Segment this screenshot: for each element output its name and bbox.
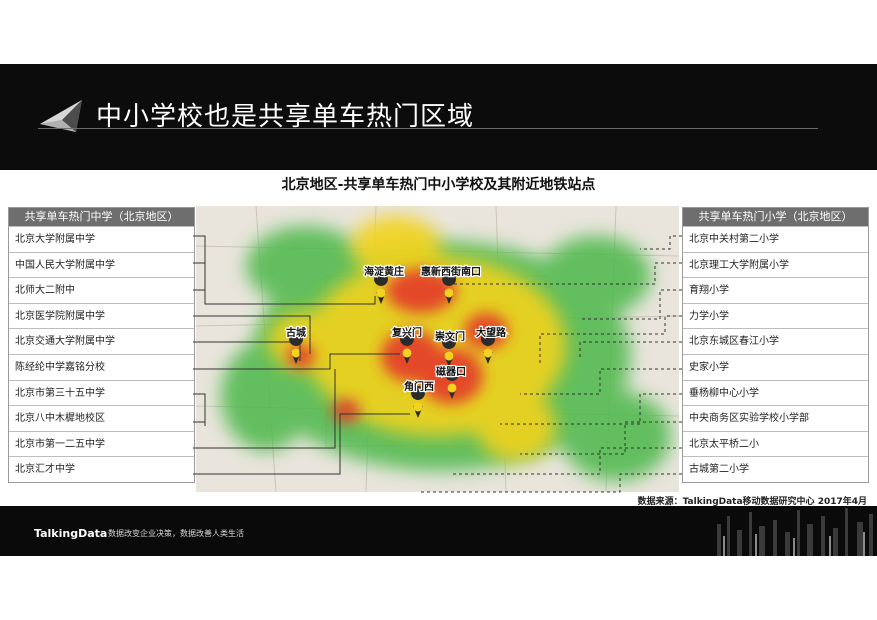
- list-item: 北京八中木樨地校区: [9, 405, 194, 431]
- station-label: 古城: [286, 326, 306, 339]
- list-item: 北京市第三十五中学: [9, 379, 194, 406]
- brand-logo: TalkingData: [34, 527, 108, 540]
- station-label: 复兴门: [391, 326, 422, 339]
- list-item: 中国人民大学附属中学: [9, 251, 194, 278]
- heat-map: 海淀黄庄 惠新西街南口 古城 复兴门 崇文门 大望路 磁器口 角门西: [196, 206, 679, 492]
- header-bar: 中小学校也是共享单车热门区域: [0, 64, 877, 170]
- list-item: 北京大学附属中学: [9, 226, 194, 252]
- list-item: 育翔小学: [683, 277, 868, 303]
- list-item: 北京东城区春江小学: [683, 328, 868, 354]
- station-label: 大望路: [476, 326, 507, 339]
- list-item: 中央商务区实验学校小学部: [683, 405, 868, 431]
- list-item: 北京太平桥二小: [683, 430, 868, 457]
- list-item: 北京理工大学附属小学: [683, 251, 868, 278]
- list-item: 北京市第一二五中学: [9, 430, 194, 457]
- heat-map-canvas: 海淀黄庄 惠新西街南口 古城 复兴门 崇文门 大望路 磁器口 角门西: [196, 206, 679, 492]
- slide: 中小学校也是共享单车热门区域 北京地区-共享单车热门中小学校及其附近地铁站点 共…: [0, 64, 877, 556]
- list-item: 古城第二小学: [683, 456, 868, 482]
- list-item: 北京交通大学附属中学: [9, 328, 194, 354]
- footer-bar: TalkingData 数据改变企业决策，数据改善人类生活: [0, 506, 877, 556]
- list-item: 北京医学院附属中学: [9, 302, 194, 329]
- chart-subtitle: 北京地区-共享单车热门中小学校及其附近地铁站点: [281, 177, 596, 193]
- middle-school-list: 共享单车热门中学（北京地区） 北京大学附属中学 中国人民大学附属中学 北师大二附…: [8, 207, 195, 483]
- brand-slogan: 数据改变企业决策，数据改善人类生活: [108, 529, 244, 538]
- station-label: 惠新西街南口: [421, 265, 481, 278]
- station-label: 崇文门: [435, 330, 465, 343]
- list-item: 力学小学: [683, 302, 868, 329]
- title-divider: [38, 128, 818, 129]
- primary-school-list: 共享单车热门小学（北京地区） 北京中关村第二小学 北京理工大学附属小学 育翔小学…: [682, 207, 869, 483]
- primary-school-list-heading: 共享单车热门小学（北京地区）: [683, 208, 868, 226]
- list-item: 陈经纶中学嘉铭分校: [9, 353, 194, 380]
- list-item: 北师大二附中: [9, 277, 194, 303]
- list-item: 北京中关村第二小学: [683, 226, 868, 252]
- skyline-decoration-icon: [717, 508, 873, 556]
- middle-school-list-heading: 共享单车热门中学（北京地区）: [9, 208, 194, 226]
- list-item: 史家小学: [683, 353, 868, 380]
- station-label: 海淀黄庄: [364, 265, 404, 278]
- list-item: 垂杨柳中心小学: [683, 379, 868, 406]
- list-item: 北京汇才中学: [9, 456, 194, 482]
- station-label: 角门西: [404, 380, 434, 393]
- station-label: 磁器口: [436, 365, 466, 378]
